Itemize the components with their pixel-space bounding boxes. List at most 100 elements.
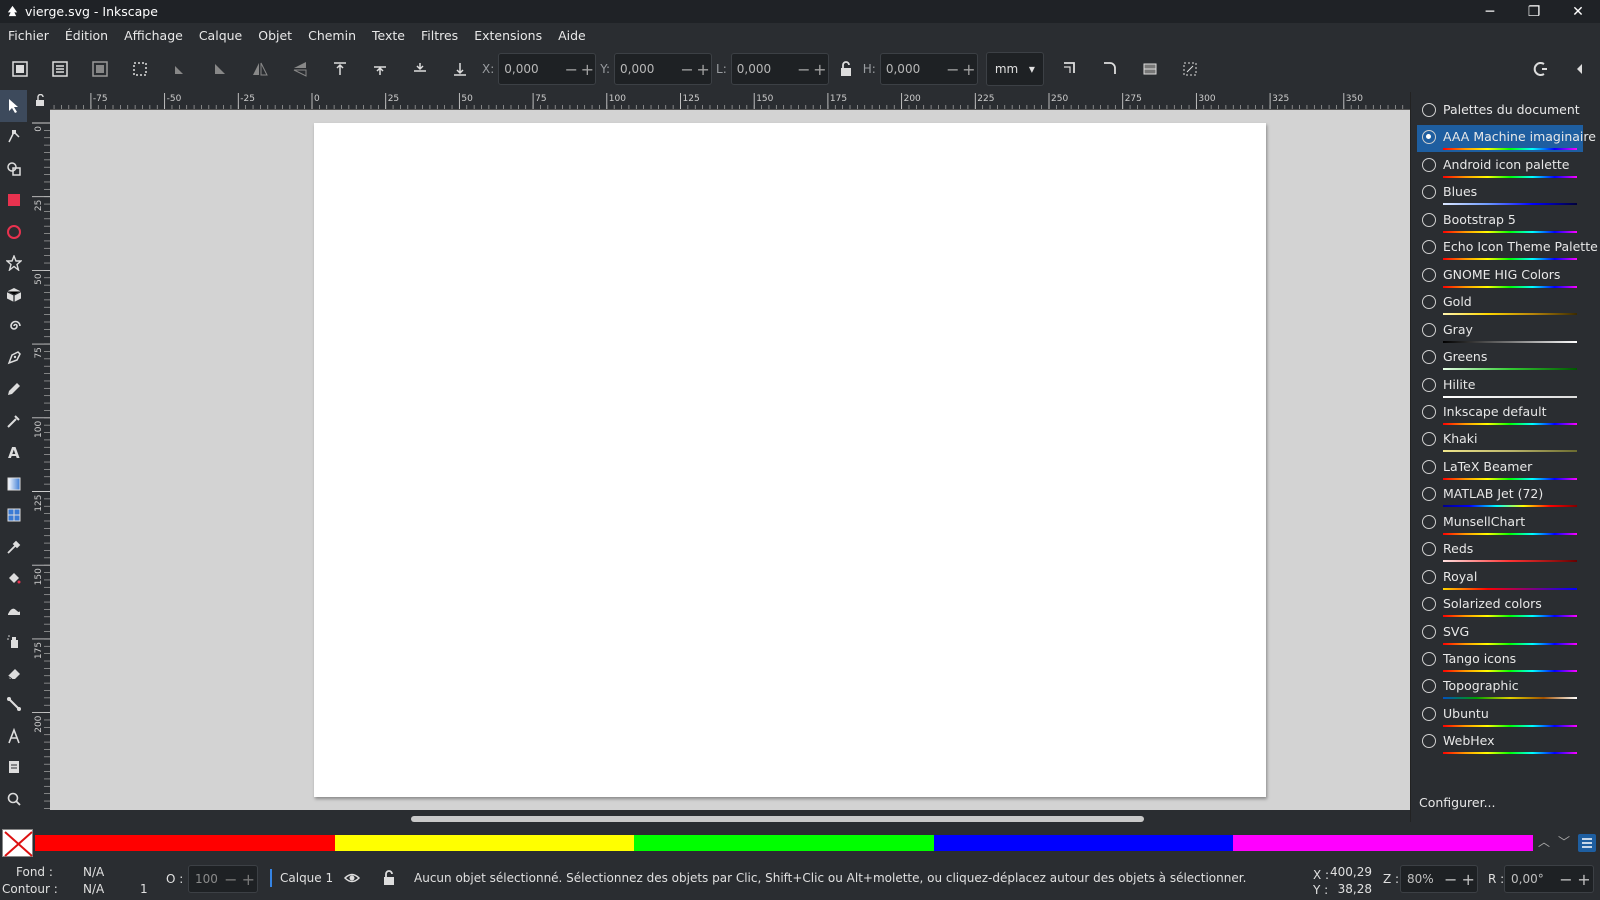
ellipse-tool[interactable] [0,216,27,248]
radio-unchecked-icon[interactable] [1422,295,1436,310]
palette-option[interactable]: AAA Machine imaginaire [1417,125,1596,153]
color-swatch[interactable] [1233,835,1533,851]
radio-unchecked-icon[interactable] [1422,267,1436,282]
move-gradients-button[interactable] [1130,52,1170,86]
lower-button[interactable] [400,52,440,86]
configure-link[interactable]: Configurer... [1419,795,1496,810]
palette-menu-button[interactable] [1578,834,1596,852]
tweak-tool[interactable] [0,594,27,626]
palette-option[interactable]: WebHex [1417,729,1583,756]
radio-unchecked-icon[interactable] [1422,240,1436,255]
palette-option[interactable]: Greens [1417,345,1583,372]
radio-unchecked-icon[interactable] [1422,542,1436,557]
y-decrement-button[interactable]: − [679,60,695,79]
eraser-tool[interactable] [0,657,27,689]
gradient-tool[interactable] [0,468,27,500]
radio-unchecked-icon[interactable] [1422,487,1436,502]
spray-tool[interactable] [0,626,27,658]
move-patterns-button[interactable] [1170,52,1210,86]
x-decrement-button[interactable]: − [563,60,579,79]
drawing-canvas[interactable] [50,110,1410,810]
zoom-out-button[interactable]: − [1442,870,1460,889]
no-paint-swatch[interactable] [2,829,33,857]
palette-option[interactable]: Royal [1417,565,1583,592]
radio-unchecked-icon[interactable] [1422,679,1436,694]
radio-unchecked-icon[interactable] [1422,212,1436,227]
palette-option[interactable]: GNOME HIG Colors [1417,263,1583,290]
palette-option[interactable]: Android icon palette [1417,153,1583,180]
height-input[interactable]: 0,000 [881,62,945,76]
touch-select-button[interactable] [120,52,160,86]
dropper-tool[interactable] [0,531,27,563]
zoom-tool[interactable] [0,783,27,815]
3d-box-tool[interactable] [0,279,27,311]
radio-unchecked-icon[interactable] [1422,322,1436,337]
radio-unchecked-icon[interactable] [1422,624,1436,639]
palette-option[interactable]: Gold [1417,290,1583,317]
palette-option[interactable]: Reds [1417,537,1583,564]
radio-unchecked-icon[interactable] [1422,377,1436,392]
stroke-indicator[interactable]: N/A [83,882,104,896]
horizontal-scrollbar[interactable] [50,810,1410,826]
raise-to-top-button[interactable] [320,52,360,86]
palette-option[interactable]: SVG [1417,620,1583,647]
measure-tool[interactable] [0,720,27,752]
paint-bucket-tool[interactable] [0,563,27,595]
palette-option[interactable]: Khaki [1417,427,1583,454]
color-swatch[interactable] [334,835,635,851]
radio-unchecked-icon[interactable] [1422,350,1436,365]
select-all-layers-button[interactable] [40,52,80,86]
palette-option[interactable]: MATLAB Jet (72) [1417,482,1583,509]
height-decrement-button[interactable]: − [945,60,961,79]
chevron-up-icon[interactable]: ︿ [1538,833,1550,850]
rotation-input[interactable]: 0,00° [1505,872,1557,886]
spiral-tool[interactable] [0,311,27,343]
y-input[interactable]: 0,000 [615,62,679,76]
radio-checked-icon[interactable] [1422,130,1436,145]
star-tool[interactable] [0,248,27,280]
selector-tool[interactable] [0,90,27,122]
y-increment-button[interactable]: + [695,60,711,79]
menu-edition[interactable]: Édition [60,28,113,43]
connector-tool[interactable] [0,689,27,721]
palette-option[interactable]: Hilite [1417,373,1583,400]
scrollbar-thumb[interactable] [411,816,1144,822]
radio-unchecked-icon[interactable] [1422,706,1436,721]
rotate-ccw-button[interactable]: − [1557,870,1575,889]
rotate-ccw-button[interactable] [160,52,200,86]
lock-proportions-button[interactable] [831,52,861,86]
palette-option[interactable]: Solarized colors [1417,592,1583,619]
menu-filtres[interactable]: Filtres [416,28,463,43]
radio-unchecked-icon[interactable] [1422,459,1436,474]
palette-option[interactable]: Bootstrap 5 [1417,208,1583,235]
shape-builder-tool[interactable] [0,153,27,185]
deselect-button[interactable] [80,52,120,86]
height-increment-button[interactable]: + [961,60,977,79]
snap-toggle-button[interactable] [1520,52,1560,86]
vertical-ruler[interactable]: 0 25 50 75 100 125 150 175 200 [29,110,50,810]
rotate-cw-button[interactable]: + [1575,870,1593,889]
scale-stroke-button[interactable] [1050,52,1090,86]
palette-option[interactable]: LaTeX Beamer [1417,455,1583,482]
pages-tool[interactable] [0,752,27,784]
unit-dropdown[interactable]: mm ▾ [985,52,1044,86]
horizontal-ruler[interactable]: -75 -50 -25 0 25 50 75 100 125 150 175 200 225 250 275… [50,90,1410,110]
flip-horizontal-button[interactable] [240,52,280,86]
radio-unchecked-icon[interactable] [1422,404,1436,419]
layer-lock-button[interactable] [381,869,397,890]
radio-unchecked-icon[interactable] [1422,569,1436,584]
node-tool[interactable] [0,122,27,154]
palette-option[interactable]: Tango icons [1417,647,1583,674]
palette-option[interactable]: Topographic [1417,674,1583,701]
minimize-button[interactable]: ─ [1468,0,1512,23]
radio-unchecked-icon[interactable] [1422,103,1436,117]
chevron-down-icon[interactable]: ﹀ [1558,833,1570,850]
calligraphy-tool[interactable] [0,405,27,437]
document-page[interactable] [314,123,1266,797]
radio-unchecked-icon[interactable] [1422,185,1436,200]
x-input[interactable]: 0,000 [499,62,563,76]
close-button[interactable]: ✕ [1556,0,1600,23]
color-swatch[interactable] [634,835,934,851]
radio-unchecked-icon[interactable] [1422,157,1436,172]
maximize-button[interactable]: ❐ [1512,0,1556,23]
